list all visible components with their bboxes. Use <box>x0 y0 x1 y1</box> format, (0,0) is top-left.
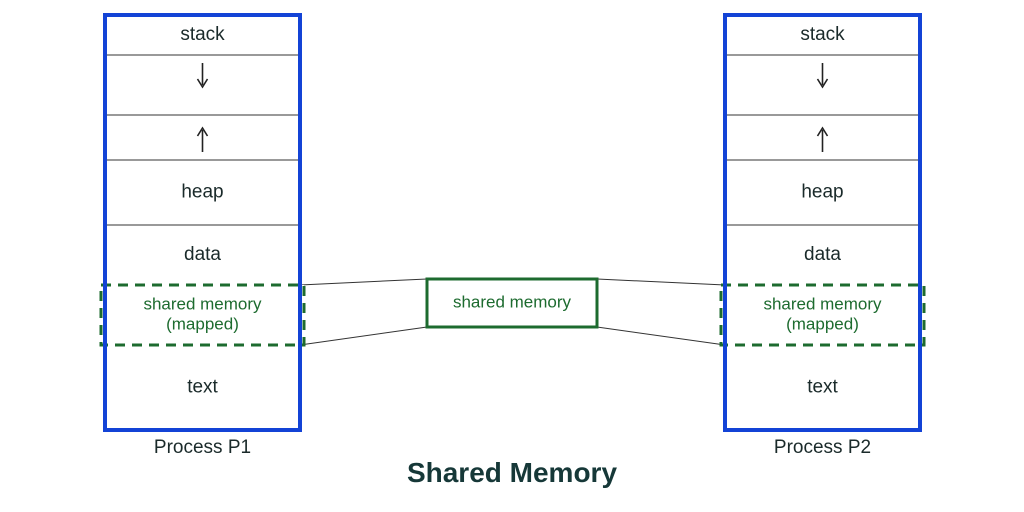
text-label: text <box>187 377 218 398</box>
stack-label: stack <box>800 24 845 45</box>
shared-label-2: (mapped) <box>166 314 239 333</box>
process-title: Process P1 <box>154 437 251 458</box>
diagram-title: Shared Memory <box>407 457 617 488</box>
heap-label: heap <box>801 182 843 203</box>
process-1: stack heap data shared memory(mapped) text Pr… <box>101 15 304 458</box>
data-label: data <box>804 244 841 265</box>
shared-label-1: shared memory <box>763 294 882 313</box>
stack-label: stack <box>180 24 225 45</box>
heap-label: heap <box>181 182 223 203</box>
shared-label-2: (mapped) <box>786 314 859 333</box>
process-title: Process P2 <box>774 437 871 458</box>
shared-memory-label: shared memory <box>453 292 572 311</box>
text-label: text <box>807 377 838 398</box>
process-2: stack heap data shared memory(mapped) text Pr… <box>721 15 924 458</box>
shared-label-1: shared memory <box>143 294 262 313</box>
shared-memory-block: shared memory <box>427 279 597 327</box>
data-label: data <box>184 244 221 265</box>
